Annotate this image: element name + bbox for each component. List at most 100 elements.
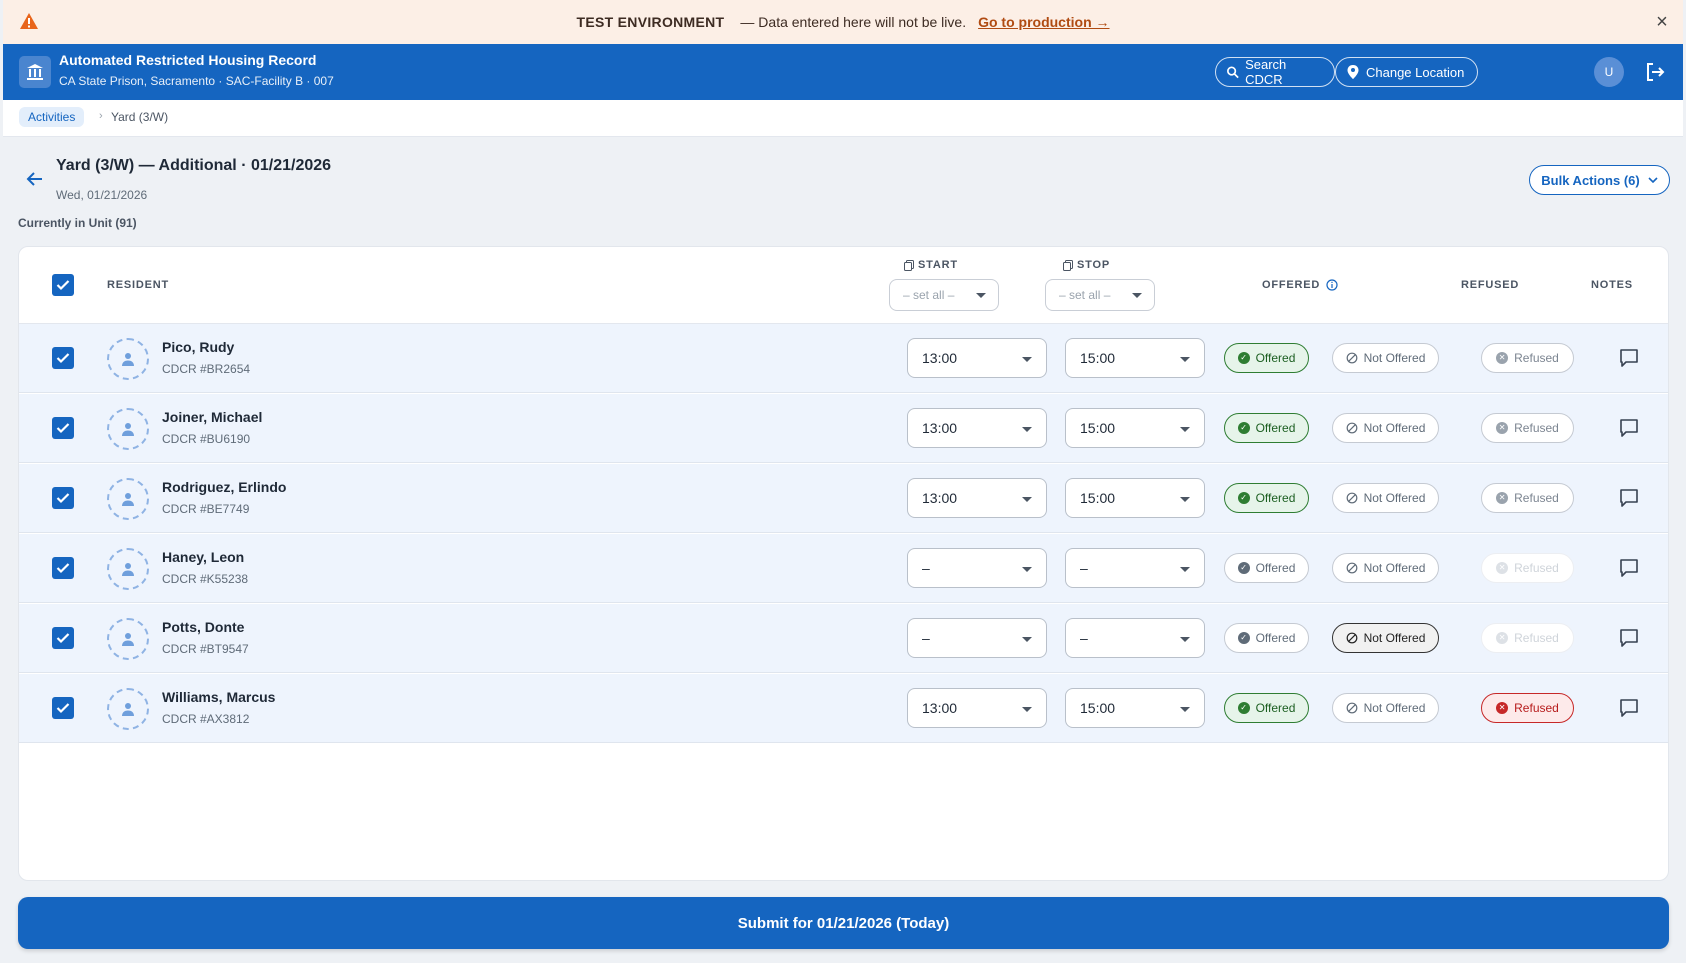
not-offered-label: Not Offered — [1363, 631, 1426, 645]
stop-time-value: 15:00 — [1080, 350, 1116, 366]
page-title: Yard (3/W) — Additional · 01/21/2026 — [56, 157, 332, 174]
not-offered-toggle[interactable]: Not Offered — [1332, 693, 1439, 723]
submit-button[interactable]: Submit for 01/21/2026 (Today) — [18, 897, 1669, 949]
not-offered-toggle[interactable]: Not Offered — [1332, 553, 1439, 583]
breadcrumb-activities[interactable]: Activities — [19, 107, 85, 127]
comment-icon[interactable] — [1618, 557, 1640, 579]
offered-label: Offered — [1255, 421, 1296, 435]
building-icon — [27, 64, 43, 80]
offered-toggle[interactable]: ✓ Offered — [1224, 343, 1309, 373]
environment-message: — Data entered here will not be live. — [740, 14, 967, 30]
stop-time-value: 15:00 — [1080, 700, 1116, 716]
not-offered-label: Not Offered — [1363, 561, 1426, 575]
change-location-button[interactable]: Change Location — [1335, 57, 1478, 87]
not-offered-label: Not Offered — [1363, 701, 1426, 715]
search-cdcr-button[interactable]: Search CDCR — [1215, 57, 1335, 87]
bulk-actions-button[interactable]: Bulk Actions (6) — [1529, 165, 1670, 195]
offered-toggle[interactable]: ✓ Offered — [1224, 553, 1309, 583]
not-offered-toggle[interactable]: Not Offered — [1332, 413, 1439, 443]
stop-time-select[interactable]: 15:00 — [1065, 338, 1205, 378]
resident-name: Rodriguez, Erlindo — [162, 479, 287, 495]
select-all-checkbox[interactable] — [52, 274, 74, 296]
resident-name: Joiner, Michael — [162, 409, 263, 425]
caret-down-icon — [1132, 293, 1142, 298]
copy-icon[interactable] — [1063, 259, 1073, 271]
not-offered-toggle[interactable]: Not Offered — [1332, 483, 1439, 513]
column-resident: RESIDENT — [107, 279, 170, 291]
start-time-value: 13:00 — [922, 350, 958, 366]
user-avatar[interactable]: U — [1594, 57, 1624, 87]
go-to-production-link[interactable]: Go to production → — [978, 14, 1109, 30]
stop-time-select[interactable]: 15:00 — [1065, 478, 1205, 518]
copy-icon[interactable] — [904, 259, 914, 271]
comment-icon[interactable] — [1618, 697, 1640, 719]
row-checkbox[interactable] — [52, 417, 74, 439]
stop-time-select[interactable]: 15:00 — [1065, 408, 1205, 448]
info-icon[interactable] — [1326, 279, 1338, 291]
logout-icon[interactable] — [1643, 60, 1667, 84]
stop-time-select[interactable]: – — [1065, 548, 1205, 588]
start-time-value: 13:00 — [922, 700, 958, 716]
not-offered-toggle[interactable]: Not Offered — [1332, 623, 1439, 653]
resident-name: Pico, Rudy — [162, 339, 235, 355]
stop-set-all-select[interactable]: – set all – — [1045, 279, 1155, 311]
table-row: Potts, Donte CDCR #BT9547 – – ✓ Offered … — [19, 604, 1668, 673]
not-offered-toggle[interactable]: Not Offered — [1332, 343, 1439, 373]
close-icon[interactable]: × — [1651, 11, 1673, 33]
not-offered-label: Not Offered — [1363, 491, 1426, 505]
person-icon — [122, 493, 134, 506]
resident-cdcr-number: CDCR #BR2654 — [162, 362, 251, 376]
caret-down-icon — [1180, 427, 1190, 432]
row-checkbox[interactable] — [52, 557, 74, 579]
refused-toggle[interactable]: ✕ Refused — [1481, 693, 1574, 723]
table-row: Haney, Leon CDCR #K55238 – – ✓ Offered N… — [19, 534, 1668, 603]
offered-toggle[interactable]: ✓ Offered — [1224, 623, 1309, 653]
refused-label: Refused — [1514, 561, 1559, 575]
offered-toggle[interactable]: ✓ Offered — [1224, 693, 1309, 723]
refused-toggle[interactable]: ✕ Refused — [1481, 483, 1574, 513]
column-refused: REFUSED — [1461, 279, 1520, 291]
column-offered: OFFERED — [1262, 279, 1338, 291]
comment-icon[interactable] — [1618, 627, 1640, 649]
institution-logo — [19, 56, 51, 88]
offered-toggle[interactable]: ✓ Offered — [1224, 413, 1309, 443]
start-time-select[interactable]: – — [907, 618, 1047, 658]
start-time-value: 13:00 — [922, 420, 958, 436]
page-date: Wed, 01/21/2026 — [56, 188, 148, 202]
stop-time-select[interactable]: 15:00 — [1065, 688, 1205, 728]
row-checkbox[interactable] — [52, 627, 74, 649]
resident-cdcr-number: CDCR #BT9547 — [162, 642, 249, 656]
row-checkbox[interactable] — [52, 697, 74, 719]
resident-name: Haney, Leon — [162, 549, 245, 565]
start-set-all-select[interactable]: – set all – — [889, 279, 999, 311]
stop-time-value: – — [1080, 560, 1088, 576]
not-offered-label: Not Offered — [1363, 421, 1426, 435]
check-icon — [56, 633, 70, 644]
resident-name: Williams, Marcus — [162, 689, 276, 705]
start-time-select[interactable]: 13:00 — [907, 478, 1047, 518]
comment-icon[interactable] — [1618, 347, 1640, 369]
start-time-value: – — [922, 560, 930, 576]
row-checkbox[interactable] — [52, 487, 74, 509]
check-icon — [56, 563, 70, 574]
start-time-select[interactable]: 13:00 — [907, 408, 1047, 448]
offered-label: Offered — [1255, 561, 1296, 575]
offered-label: Offered — [1255, 491, 1296, 505]
comment-icon[interactable] — [1618, 417, 1640, 439]
refused-toggle[interactable]: ✕ Refused — [1481, 343, 1574, 373]
start-time-select[interactable]: 13:00 — [907, 688, 1047, 728]
start-time-select[interactable]: 13:00 — [907, 338, 1047, 378]
stop-time-select[interactable]: – — [1065, 618, 1205, 658]
back-arrow-icon[interactable] — [24, 168, 46, 190]
comment-icon[interactable] — [1618, 487, 1640, 509]
check-circle-icon: ✓ — [1237, 492, 1250, 504]
refused-toggle: ✕ Refused — [1481, 623, 1574, 653]
block-icon — [1346, 562, 1357, 574]
start-time-select[interactable]: – — [907, 548, 1047, 588]
start-time-value: – — [922, 630, 930, 646]
resident-avatar — [107, 338, 149, 380]
refused-toggle[interactable]: ✕ Refused — [1481, 413, 1574, 443]
x-circle-icon: ✕ — [1496, 492, 1509, 504]
row-checkbox[interactable] — [52, 347, 74, 369]
offered-toggle[interactable]: ✓ Offered — [1224, 483, 1309, 513]
